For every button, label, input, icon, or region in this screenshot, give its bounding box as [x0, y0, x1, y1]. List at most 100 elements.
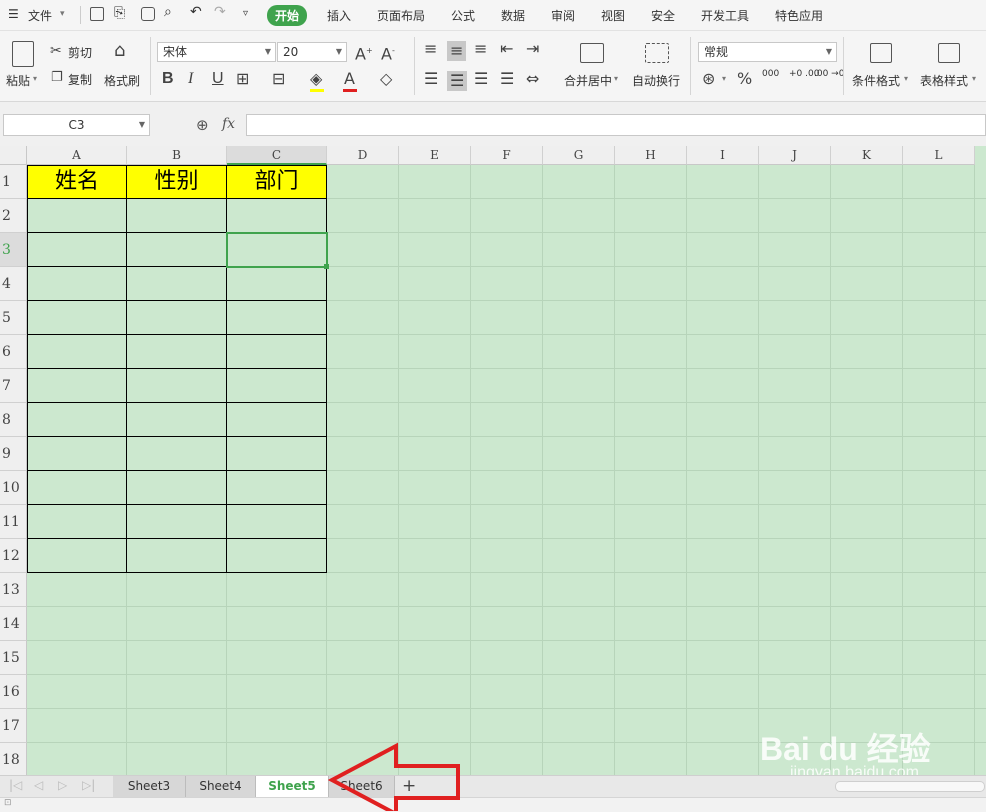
percent-button[interactable]: % — [737, 71, 752, 87]
sheet-tab-sheet4[interactable]: Sheet4 — [186, 776, 256, 797]
row-header-13[interactable]: 13 — [0, 573, 27, 607]
table-cell[interactable] — [227, 539, 327, 573]
column-header-f[interactable]: F — [471, 146, 543, 165]
column-header-c[interactable]: C — [227, 146, 327, 165]
table-cell[interactable] — [27, 369, 127, 403]
undo-icon[interactable]: ↶ — [190, 4, 202, 20]
align-left-icon[interactable]: ☰ — [424, 71, 438, 87]
align-top-icon[interactable]: ≡ — [424, 41, 437, 57]
column-header-g[interactable]: G — [543, 146, 615, 165]
prev-sheet-icon[interactable]: ◁ — [34, 778, 43, 792]
tab-developer[interactable]: 开发工具 — [701, 7, 749, 24]
tab-page-layout[interactable]: 页面布局 — [377, 7, 425, 24]
table-cell[interactable] — [227, 369, 327, 403]
table-cell[interactable] — [227, 301, 327, 335]
wrap-text-button[interactable]: 自动换行 — [632, 72, 680, 89]
row-header-8[interactable]: 8 — [0, 403, 27, 437]
header-cell[interactable]: 性别 — [127, 165, 227, 199]
export-icon[interactable]: ⎘ — [114, 5, 125, 21]
font-size-select[interactable]: 20 ▼ — [277, 42, 347, 62]
cut-button[interactable]: 剪切 — [68, 44, 92, 61]
row-header-11[interactable]: 11 — [0, 505, 27, 539]
tab-data[interactable]: 数据 — [501, 7, 525, 24]
formula-input[interactable] — [246, 114, 986, 136]
increase-font-icon[interactable]: A+ — [355, 43, 373, 62]
font-color-icon[interactable]: A — [344, 71, 355, 87]
table-cell[interactable] — [127, 335, 227, 369]
tab-formulas[interactable]: 公式 — [451, 7, 475, 24]
table-cell[interactable] — [127, 403, 227, 437]
redo-icon[interactable]: ↷ — [214, 4, 226, 20]
header-cell[interactable]: 姓名 — [27, 165, 127, 199]
row-header-1[interactable]: 1 — [0, 165, 27, 199]
table-cell[interactable] — [27, 199, 127, 233]
currency-chevron-down-icon[interactable]: ▾ — [722, 74, 726, 83]
row-header-7[interactable]: 7 — [0, 369, 27, 403]
tab-home[interactable]: 开始 — [267, 5, 308, 26]
bold-button[interactable]: B — [162, 71, 174, 87]
font-name-chevron-icon[interactable]: ▼ — [265, 43, 271, 61]
column-header-e[interactable]: E — [399, 146, 471, 165]
table-cell[interactable] — [27, 403, 127, 437]
fx-button[interactable]: fx — [222, 116, 235, 132]
cell-style-icon[interactable]: ⊟ — [272, 71, 285, 87]
table-cell[interactable] — [127, 369, 227, 403]
conditional-format-chevron-icon[interactable]: ▾ — [904, 74, 908, 83]
table-cell[interactable] — [27, 233, 127, 267]
column-header-a[interactable]: A — [27, 146, 127, 165]
column-header-k[interactable]: K — [831, 146, 903, 165]
decrease-indent-icon[interactable]: ⇤ — [500, 41, 513, 57]
row-header-14[interactable]: 14 — [0, 607, 27, 641]
horizontal-scrollbar[interactable] — [835, 781, 985, 792]
font-name-select[interactable]: 宋体 ▼ — [157, 42, 276, 62]
last-sheet-icon[interactable]: ▷| — [82, 778, 95, 792]
table-cell[interactable] — [127, 267, 227, 301]
column-header-b[interactable]: B — [127, 146, 227, 165]
merge-center-button[interactable]: 合并居中 — [564, 72, 612, 89]
table-cell[interactable] — [27, 539, 127, 573]
italic-button[interactable]: I — [188, 71, 193, 87]
table-cell[interactable] — [127, 301, 227, 335]
row-header-10[interactable]: 10 — [0, 471, 27, 505]
copy-button[interactable]: 复制 — [68, 71, 92, 88]
sheet-tab-sheet3[interactable]: Sheet3 — [113, 776, 186, 797]
table-cell[interactable] — [127, 471, 227, 505]
row-header-15[interactable]: 15 — [0, 641, 27, 675]
currency-icon[interactable]: ⊛ — [702, 71, 715, 87]
align-right-icon[interactable]: ☰ — [474, 71, 488, 87]
distribute-icon[interactable]: ⇔ — [526, 71, 539, 87]
sheet-tab-sheet5[interactable]: Sheet5 — [256, 776, 329, 797]
table-cell[interactable] — [227, 403, 327, 437]
increase-decimal-button[interactable]: +0 .00 — [789, 69, 819, 79]
border-icon[interactable]: ⊞ — [236, 71, 249, 87]
zoom-search-icon[interactable]: ⊕ — [196, 116, 209, 134]
table-cell[interactable] — [27, 437, 127, 471]
row-header-4[interactable]: 4 — [0, 267, 27, 301]
table-cell[interactable] — [127, 539, 227, 573]
fill-color-icon[interactable]: ◈ — [310, 71, 322, 87]
tab-view[interactable]: 视图 — [601, 7, 625, 24]
table-cell[interactable] — [27, 301, 127, 335]
row-header-16[interactable]: 16 — [0, 675, 27, 709]
conditional-format-button[interactable]: 条件格式 — [852, 72, 900, 89]
row-header-9[interactable]: 9 — [0, 437, 27, 471]
align-bottom-icon[interactable]: ≡ — [474, 41, 487, 57]
table-cell[interactable] — [27, 505, 127, 539]
increase-indent-icon[interactable]: ⇥ — [526, 41, 539, 57]
table-cell[interactable] — [227, 199, 327, 233]
row-header-2[interactable]: 2 — [0, 199, 27, 233]
number-format-select[interactable]: 常规 ▼ — [698, 42, 837, 62]
column-header-l[interactable]: L — [903, 146, 975, 165]
row-header-6[interactable]: 6 — [0, 335, 27, 369]
decrease-decimal-button[interactable]: .00 →0 — [814, 69, 844, 79]
align-center-icon[interactable]: ☰ — [447, 71, 468, 91]
tab-insert[interactable]: 插入 — [327, 7, 351, 24]
table-cell[interactable] — [27, 471, 127, 505]
customize-chevron-icon[interactable]: ▿ — [243, 8, 248, 19]
paste-icon[interactable] — [12, 41, 34, 67]
print-preview-icon[interactable]: ⌕ — [164, 4, 172, 20]
paste-chevron-down-icon[interactable]: ▾ — [33, 74, 37, 83]
first-sheet-icon[interactable]: |◁ — [9, 778, 22, 792]
file-menu[interactable]: 文件 — [28, 7, 52, 24]
align-middle-icon[interactable]: ≡ — [447, 41, 467, 61]
